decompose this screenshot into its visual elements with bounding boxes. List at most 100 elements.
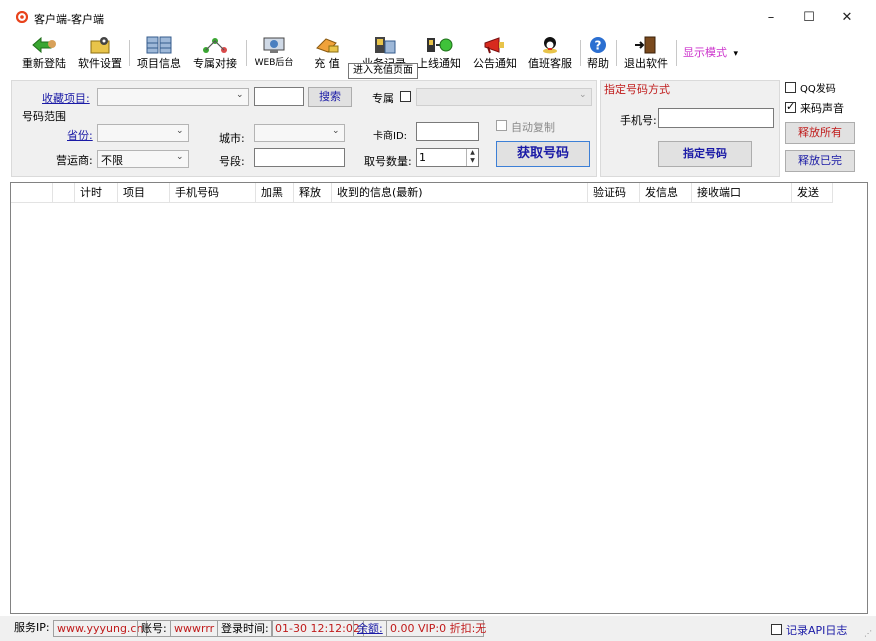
resize-grip-icon[interactable]: ⋰ — [864, 629, 872, 638]
toolbar-separator — [580, 40, 581, 66]
title-bar: 客户端-客户端 – ☐ ✕ — [0, 0, 876, 34]
settings-icon — [90, 37, 110, 54]
column-header[interactable]: 接收端口 — [692, 183, 792, 203]
settings-button[interactable]: 软件设置 — [76, 36, 124, 70]
svg-text:?: ? — [595, 39, 602, 53]
search-button[interactable]: 搜索 — [308, 87, 352, 107]
toolbar: 重新登陆 软件设置 项目信息 专属对接 WEB后台 充 值 上线通知 公告通知 … — [0, 34, 876, 72]
balance-value: 0.00 VIP:0 折扣:无 — [386, 620, 486, 637]
exclusive-connect-button[interactable]: 专属对接 — [190, 36, 240, 70]
toolbar-separator — [129, 40, 130, 66]
api-log-checkbox[interactable] — [771, 624, 782, 635]
favorites-combo[interactable]: ⌄ — [97, 88, 249, 106]
relogin-button[interactable]: 重新登陆 — [20, 36, 68, 70]
recharge-tooltip: 进入充值页面 — [348, 63, 418, 79]
column-header[interactable]: 计时 — [75, 183, 118, 203]
column-header[interactable]: 收到的信息(最新) — [332, 183, 588, 203]
results-table[interactable]: 计时 项目 手机号码 加黑 释放 收到的信息(最新) 验证码 发信息 接收端口 … — [10, 182, 868, 614]
balance-link[interactable]: 余额: — [353, 620, 387, 637]
app-logo-icon — [16, 11, 28, 23]
operator-label: 营运商: — [56, 154, 93, 167]
card-id-label: 卡商ID: — [373, 131, 408, 142]
column-header[interactable]: 项目 — [118, 183, 170, 203]
window-title: 客户端-客户端 — [34, 13, 104, 26]
business-record-icon — [375, 37, 396, 54]
chevron-down-icon: ⌄ — [332, 126, 340, 136]
toolbar-separator — [676, 40, 677, 66]
exit-icon — [635, 36, 656, 54]
table-header: 计时 项目 手机号码 加黑 释放 收到的信息(最新) 验证码 发信息 接收端口 … — [11, 183, 833, 203]
qq-sms-checkbox[interactable] — [785, 82, 796, 93]
dropdown-caret-icon: ▾ — [733, 49, 739, 59]
customer-service-button[interactable]: 值班客服 — [525, 36, 575, 70]
search-input[interactable] — [254, 87, 304, 106]
specify-number-button[interactable]: 指定号码 — [658, 141, 752, 167]
chevron-down-icon: ⌄ — [176, 126, 184, 136]
account-value: wwwrrr — [170, 620, 219, 637]
help-button[interactable]: ? 帮助 — [585, 36, 611, 70]
column-header[interactable]: 发信息 — [640, 183, 692, 203]
column-header[interactable] — [53, 183, 75, 203]
toolbar-separator — [616, 40, 617, 66]
city-label: 城市: — [219, 132, 245, 145]
server-ip-value: www.yyyung.cn — [53, 620, 148, 637]
recharge-icon — [316, 38, 339, 53]
toolbar-separator — [246, 40, 247, 66]
chevron-down-icon: ⌄ — [176, 152, 184, 162]
login-time-label: 登录时间: — [217, 620, 273, 637]
column-header[interactable]: 释放 — [294, 183, 332, 203]
get-number-button[interactable]: 获取号码 — [496, 141, 590, 167]
count-label: 取号数量: — [364, 155, 412, 168]
release-all-button[interactable]: 释放所有 — [785, 122, 855, 144]
web-backend-icon — [263, 37, 285, 53]
exit-button[interactable]: 退出软件 — [622, 36, 670, 70]
segment-input[interactable] — [254, 148, 345, 167]
recharge-button[interactable]: 充 值 — [306, 36, 348, 70]
minimize-button[interactable]: – — [754, 7, 788, 29]
online-notice-button[interactable]: 上线通知 — [414, 36, 464, 70]
chevron-down-icon: ⌄ — [236, 90, 244, 100]
chevron-down-icon: ⌄ — [579, 90, 587, 100]
spin-arrows-icon[interactable]: ▲ ▼ — [466, 149, 478, 166]
phone-input[interactable] — [658, 108, 774, 128]
release-done-button[interactable]: 释放已完 — [785, 150, 855, 172]
maximize-button[interactable]: ☐ — [792, 7, 826, 29]
column-header[interactable] — [11, 183, 53, 203]
exclusive-label: 专属 — [372, 92, 394, 105]
card-id-input[interactable] — [416, 122, 479, 141]
sound-checkbox[interactable] — [785, 100, 796, 113]
online-notice-icon — [427, 38, 453, 52]
auto-copy-checkbox[interactable] — [496, 120, 507, 131]
auto-copy-label: 自动复制 — [511, 121, 555, 134]
specify-panel-title: 指定号码方式 — [604, 83, 670, 96]
account-label: 账号: — [137, 620, 171, 637]
relogin-arrow-icon — [32, 36, 56, 54]
announcement-icon — [484, 37, 504, 54]
login-time-value: 01-30 12:12:02 — [271, 620, 364, 637]
province-link[interactable]: 省份: — [67, 127, 93, 143]
column-header[interactable]: 验证码 — [588, 183, 640, 203]
column-header[interactable]: 加黑 — [256, 183, 294, 203]
customer-service-icon — [543, 37, 557, 54]
phone-label: 手机号: — [620, 114, 657, 127]
count-stepper[interactable]: 1 ▲ ▼ — [416, 148, 479, 167]
close-button[interactable]: ✕ — [830, 7, 864, 29]
operator-combo[interactable]: 不限 ⌄ — [97, 150, 189, 168]
favorites-link[interactable]: 收藏项目: — [42, 90, 90, 106]
project-info-button[interactable]: 项目信息 — [134, 36, 184, 70]
sound-label: 来码声音 — [800, 102, 844, 115]
exclusive-checkbox[interactable] — [400, 91, 411, 102]
exclusive-connect-icon — [203, 38, 227, 53]
province-combo[interactable]: ⌄ — [97, 124, 189, 142]
exclusive-combo[interactable]: ⌄ — [416, 88, 592, 106]
number-range-label: 号码范围 — [22, 110, 66, 123]
qq-sms-label: QQ发码 — [800, 84, 836, 95]
announcement-button[interactable]: 公告通知 — [470, 36, 520, 70]
column-header[interactable]: 发送 — [792, 183, 833, 203]
city-combo[interactable]: ⌄ — [254, 124, 345, 142]
column-header[interactable]: 手机号码 — [170, 183, 256, 203]
project-info-icon — [146, 36, 172, 54]
display-mode-dropdown[interactable]: 显示模式 ▾ — [683, 44, 738, 60]
web-backend-button[interactable]: WEB后台 — [252, 36, 296, 70]
status-bar: 服务IP: www.yyyung.cn 账号: wwwrrr 登录时间: 01-… — [0, 616, 876, 641]
